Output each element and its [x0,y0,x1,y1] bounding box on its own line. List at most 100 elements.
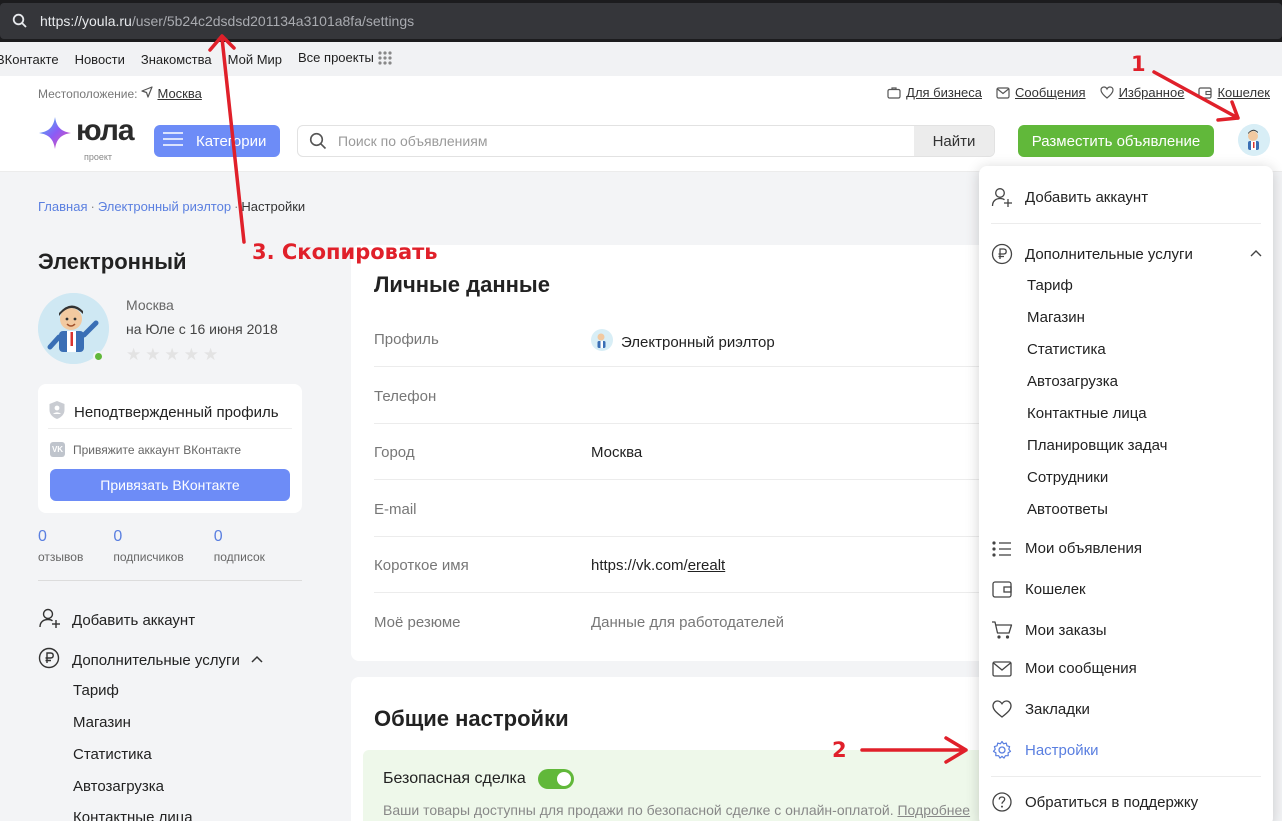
top-links: Для бизнеса Сообщения Избранное Кошелек [887,85,1270,100]
url-text[interactable]: https://youla.ru/user/5b24c2dsdsd201134a… [40,13,414,29]
breadcrumb-user[interactable]: Электронный риэлтор [98,199,231,214]
post-ad-button[interactable]: Разместить объявление [1018,125,1214,157]
dropdown-wallet[interactable]: Кошелек [991,580,1086,598]
dropdown-extra-services-label: Дополнительные услуги [1025,245,1193,263]
dropdown-autoreplies[interactable]: Автоответы [1027,501,1108,518]
counter-label: подписок [213,550,265,564]
url-field[interactable]: https://youla.ru/user/5b24c2dsdsd201134a… [0,3,1282,39]
star-icon: ★ [145,345,161,364]
location-city-link[interactable]: Москва [157,86,201,101]
star-icon: ★ [203,345,219,364]
link-favorites-label: Избранное [1118,85,1185,100]
left-menu-shop[interactable]: Магазин [73,714,131,731]
divider [48,428,292,429]
safe-deal-more-link[interactable]: Подробнее [897,802,970,818]
divider [374,592,1034,593]
left-menu-extra-services[interactable]: Дополнительные услуги [38,647,264,673]
dropdown-statistics[interactable]: Статистика [1027,341,1106,358]
link-vk-button[interactable]: Привязать ВКонтакте [50,469,290,501]
dropdown-autoload[interactable]: Автозагрузка [1027,373,1118,390]
youla-logo[interactable]: юла проект [38,116,135,162]
dropdown-wallet-label: Кошелек [1025,580,1086,598]
safe-deal-description: Ваши товары доступны для продажи по безо… [383,802,970,818]
dropdown-extra-services[interactable]: Дополнительные услуги [991,243,1263,265]
row-value-city[interactable]: Москва [591,444,642,461]
vk-icon: VK [50,442,65,457]
search-button[interactable]: Найти [914,126,994,156]
reviews-counter[interactable]: 0 отзывов [38,528,83,564]
annotation-step2: 2 [832,738,847,762]
divider [991,776,1261,777]
shield-icon [48,400,66,424]
safe-deal-toggle[interactable] [537,769,574,789]
bookmark-all-projects-label: Все проекты [298,50,374,66]
categories-button[interactable]: Категории [154,125,280,157]
dropdown-bookmarks[interactable]: Закладки [991,700,1090,718]
vk-hint-text: Привяжите аккаунт ВКонтакте [73,442,242,457]
safe-deal-label: Безопасная сделка [383,770,526,787]
left-menu-contacts[interactable]: Контактные лица [73,809,193,821]
dropdown-my-orders[interactable]: Мои заказы [991,620,1107,640]
link-for-business[interactable]: Для бизнеса [887,85,982,100]
logo-subtitle: проект [84,152,113,162]
dropdown-add-account[interactable]: Добавить аккаунт [991,186,1148,208]
bookmark-news[interactable]: Новости [75,52,125,67]
dropdown-support[interactable]: Обратиться в поддержку [991,792,1198,812]
breadcrumb-separator: · [234,199,239,214]
bookmark-all-projects[interactable]: Все проекты [298,50,392,67]
breadcrumb-home[interactable]: Главная [38,199,87,214]
profile-dropdown-menu: Добавить аккаунт Дополнительные услуги Т… [979,166,1273,821]
subscribers-counter[interactable]: 0 подписчиков [113,528,183,564]
subscriptions-counter[interactable]: 0 подписок [214,528,265,564]
link-messages-label: Сообщения [1015,85,1086,100]
hamburger-icon [162,131,184,151]
safe-deal-title: Безопасная сделка [383,769,574,789]
dropdown-my-ads[interactable]: Мои объявления [991,540,1142,557]
search-input[interactable] [338,133,914,149]
divider [374,536,1034,537]
left-menu-tariff[interactable]: Тариф [73,682,119,699]
dropdown-my-orders-label: Мои заказы [1025,621,1107,639]
divider [38,580,302,581]
dropdown-contacts[interactable]: Контактные лица [1027,405,1147,422]
bookmark-vkontakte[interactable]: ВКонтакте [0,52,59,67]
row-label-email: E-mail [374,501,417,518]
list-icon [991,540,1013,557]
star-icon: ★ [126,345,142,364]
dropdown-my-messages[interactable]: Мои сообщения [991,660,1137,677]
search-icon [0,13,40,29]
envelope-icon [996,86,1010,99]
briefcase-icon [887,87,901,99]
link-favorites[interactable]: Избранное [1099,85,1185,100]
personal-data-title: Личные данные [374,272,550,297]
help-icon [991,792,1013,812]
left-menu-statistics[interactable]: Статистика [73,746,152,763]
bookmark-dating[interactable]: Знакомства [141,52,212,67]
row-value-profile[interactable]: Электронный риэлтор [591,329,775,355]
ruble-icon [38,647,62,673]
dropdown-employees[interactable]: Сотрудники [1027,469,1108,486]
short-name-link[interactable]: erealt [688,557,726,574]
left-menu-autoload[interactable]: Автозагрузка [73,778,164,795]
header-avatar[interactable] [1238,124,1270,156]
verification-title-label: Неподтвержденный профиль [74,403,279,421]
dropdown-tariff[interactable]: Тариф [1027,277,1073,294]
online-status-dot [93,351,104,362]
link-wallet[interactable]: Кошелек [1198,85,1270,100]
left-menu-extra-services-label: Дополнительные услуги [72,651,240,669]
row-label-short-name: Короткое имя [374,557,469,574]
dropdown-shop[interactable]: Магазин [1027,309,1085,326]
location-label: Местоположение: [38,86,138,101]
left-menu-add-account[interactable]: Добавить аккаунт [38,607,195,633]
row-value-short-name[interactable]: https://vk.com/erealt [591,557,725,574]
row-value-resume[interactable]: Данные для работодателей [591,614,784,631]
dropdown-scheduler[interactable]: Планировщик задач [1027,437,1167,454]
link-messages[interactable]: Сообщения [996,85,1086,100]
link-wallet-label: Кошелек [1217,85,1270,100]
breadcrumb-current: Настройки [241,199,306,214]
general-settings-card: Общие настройки Безопасная сделка Ваши т… [351,677,1051,821]
dropdown-settings[interactable]: Настройки [991,740,1099,760]
divider [991,223,1261,224]
breadcrumb: Главная · Электронный риэлтор · Настройки [38,199,305,214]
bookmark-moi-mir[interactable]: Мой Мир [228,52,282,67]
